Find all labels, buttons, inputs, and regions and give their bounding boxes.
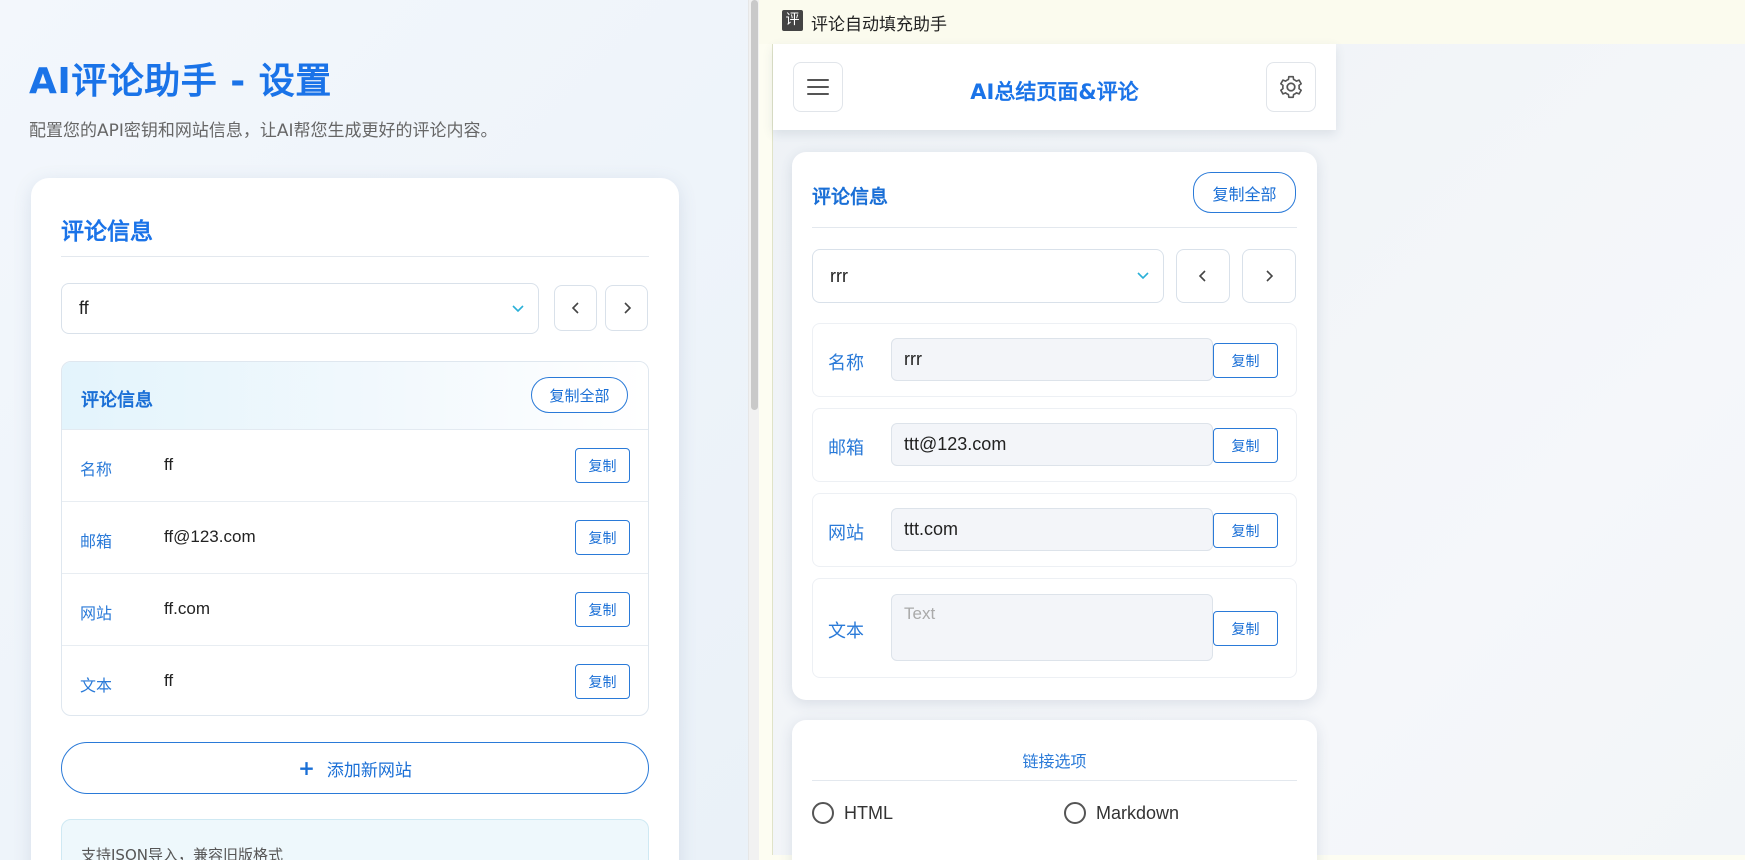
email-field[interactable] (891, 423, 1213, 466)
divider (812, 227, 1297, 228)
row-label: 邮箱 (80, 532, 113, 551)
row-value: ff (164, 455, 174, 474)
copy-button[interactable]: 复制 (1213, 513, 1278, 548)
chevron-down-icon (498, 302, 538, 316)
gear-icon (1280, 75, 1302, 99)
copy-button[interactable]: 复制 (1213, 611, 1278, 646)
next-site-button[interactable] (1242, 249, 1296, 303)
info-box-header: 评论信息 复制全部 (62, 362, 648, 430)
prev-site-button[interactable] (554, 285, 597, 331)
radio-circle[interactable] (1064, 802, 1086, 824)
website-field[interactable] (891, 508, 1213, 551)
side-panel-titlebar: 评 评论自动填充助手 (759, 0, 1745, 44)
comment-info-card: 评论信息 复制全部 rrr 名称 复制 邮箱 (792, 152, 1317, 700)
field-label: 邮箱 (828, 438, 864, 459)
site-select-value: rrr (830, 265, 848, 286)
side-panel-content: AI总结页面&评论 评论信息 复制全部 rrr 名称 rrr 复制 邮箱 ttt… (772, 44, 1745, 860)
name-field[interactable] (891, 338, 1213, 381)
field-row-text: 文本 Text 复制 (812, 578, 1297, 678)
plus-icon: + (298, 756, 315, 780)
divider (812, 780, 1297, 781)
row-value: ff (164, 671, 174, 690)
app-icon: 评 (782, 10, 803, 31)
info-row-website: 网站 ff.com 复制 (62, 574, 648, 646)
field-label: 文本 (828, 621, 864, 642)
row-label: 网站 (80, 604, 113, 623)
page-description: 配置您的API密钥和网站信息，让AI帮您生成更好的评论内容。 (29, 121, 498, 141)
chevron-right-icon (623, 302, 631, 314)
radio-markdown[interactable]: Markdown (1064, 802, 1179, 824)
copy-button[interactable]: 复制 (1213, 343, 1278, 378)
page-title: AI评论助手 - 设置 (29, 61, 332, 102)
field-row-name: 名称 复制 (812, 323, 1297, 397)
copy-button[interactable]: 复制 (575, 520, 630, 555)
copy-all-button[interactable]: 复制全部 (531, 377, 628, 413)
field-label: 名称 (828, 353, 864, 374)
divider (61, 256, 649, 257)
link-options-title: 链接选项 (1022, 752, 1087, 771)
row-value: ff.com (164, 599, 210, 618)
copy-button[interactable]: 复制 (1213, 428, 1278, 463)
chevron-left-icon (1198, 270, 1206, 282)
add-site-button[interactable]: + 添加新网站 (61, 742, 649, 794)
radio-label: HTML (844, 802, 893, 823)
add-site-label: 添加新网站 (326, 760, 412, 781)
copy-button[interactable]: 复制 (575, 448, 630, 483)
comment-settings-card: 评论信息 ff 评论信息 复制全部 名称 ff 复制 邮箱 ff@123.com… (31, 178, 679, 860)
prev-site-button[interactable] (1176, 249, 1230, 303)
json-note-text: 支持JSON导入，兼容旧版格式 (81, 846, 283, 860)
chevron-right-icon (1266, 270, 1274, 282)
link-options-card: 链接选项 HTML Markdown (792, 720, 1317, 860)
row-label: 名称 (80, 460, 113, 479)
page-scrollbar[interactable] (748, 0, 759, 860)
row-value: ff@123.com (164, 527, 256, 546)
json-import-note: 支持JSON导入，兼容旧版格式 (61, 819, 649, 860)
row-label: 文本 (80, 676, 113, 695)
field-row-website: 网站 复制 (812, 493, 1297, 567)
scrollbar-thumb[interactable] (751, 0, 758, 410)
field-row-email: 邮箱 复制 (812, 408, 1297, 482)
text-area[interactable]: Text (891, 594, 1213, 661)
next-site-button[interactable] (605, 285, 648, 331)
copy-button[interactable]: 复制 (575, 664, 630, 699)
panel-header: AI总结页面&评论 (773, 44, 1336, 130)
copy-button[interactable]: 复制 (575, 592, 630, 627)
side-panel-window: 评 评论自动填充助手 AI总结页面&评论 评论信息 复制全部 rrr 名称 rr… (759, 0, 1745, 860)
radio-circle[interactable] (812, 802, 834, 824)
chevron-down-icon (1123, 269, 1163, 283)
info-box-title: 评论信息 (81, 390, 153, 411)
copy-all-button[interactable]: 复制全部 (1193, 172, 1296, 213)
radio-html[interactable]: HTML (812, 802, 893, 824)
settings-button[interactable] (1266, 62, 1316, 112)
app-title: 评论自动填充助手 (811, 15, 947, 35)
site-select[interactable]: rrr (812, 249, 1164, 303)
site-select-value: ff (79, 298, 89, 318)
panel-title: AI总结页面&评论 (970, 80, 1139, 104)
info-box: 评论信息 复制全部 名称 ff 复制 邮箱 ff@123.com 复制 网站 f… (61, 361, 649, 716)
settings-page: AI评论助手 - 设置 配置您的API密钥和网站信息，让AI帮您生成更好的评论内… (0, 0, 748, 860)
card-title: 评论信息 (61, 219, 153, 245)
comment-card-title: 评论信息 (812, 186, 889, 208)
info-row-email: 邮箱 ff@123.com 复制 (62, 502, 648, 574)
radio-label: Markdown (1096, 802, 1180, 823)
chevron-left-icon (571, 302, 579, 314)
info-row-name: 名称 ff 复制 (62, 430, 648, 502)
site-select[interactable]: ff (61, 283, 539, 334)
info-row-text: 文本 ff 复制 (62, 646, 648, 715)
field-label: 网站 (828, 523, 864, 544)
